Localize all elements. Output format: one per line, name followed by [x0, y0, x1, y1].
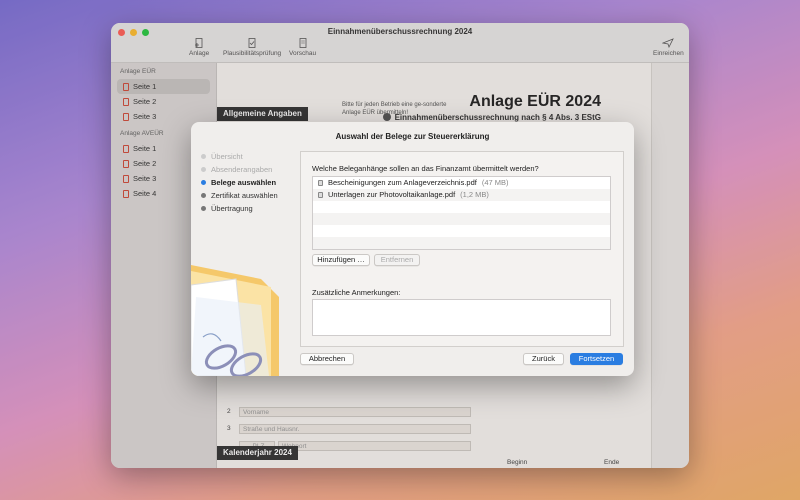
file-size: (47 MB) [481, 178, 509, 187]
step-dot-icon [201, 193, 206, 198]
back-button[interactable]: Zurück [523, 353, 564, 365]
step-label: Übertragung [211, 204, 253, 213]
attachment-icon [318, 192, 323, 198]
empty-row [313, 201, 610, 213]
step-dot-icon [201, 180, 206, 185]
step-dot-icon [201, 167, 206, 172]
step-zertifikat: Zertifikat auswählen [201, 189, 278, 202]
step-dot-icon [201, 154, 206, 159]
step-label: Zertifikat auswählen [211, 191, 278, 200]
cancel-button[interactable]: Abbrechen [300, 353, 354, 365]
belege-panel: Welche Beleganhänge sollen an das Finanz… [300, 151, 624, 347]
step-uebertragung: Übertragung [201, 202, 278, 215]
attachment-list[interactable]: Bescheinigungen zum Anlageverzeichnis.pd… [312, 176, 611, 250]
empty-row [313, 237, 610, 249]
step-dot-icon [201, 206, 206, 211]
continue-button[interactable]: Fortsetzen [570, 353, 623, 365]
attachment-icon [318, 180, 323, 186]
file-name: Bescheinigungen zum Anlageverzeichnis.pd… [328, 178, 477, 187]
wizard-steps: Übersicht Absenderangaben Belege auswähl… [201, 150, 278, 215]
dialog-title: Auswahl der Belege zur Steuererklärung [335, 132, 490, 141]
step-label: Absenderangaben [211, 165, 273, 174]
list-item[interactable]: Bescheinigungen zum Anlageverzeichnis.pd… [313, 177, 610, 189]
notes-textarea[interactable] [312, 299, 611, 336]
step-label: Übersicht [211, 152, 243, 161]
file-size: (1,2 MB) [460, 190, 489, 199]
belege-dialog: Auswahl der Belege zur Steuererklärung Ü… [191, 122, 634, 376]
step-uebersicht: Übersicht [201, 150, 278, 163]
step-absenderangaben: Absenderangaben [201, 163, 278, 176]
empty-row [313, 225, 610, 237]
notes-label: Zusätzliche Anmerkungen: [312, 288, 401, 297]
list-item[interactable]: Unterlagen zur Photovoltaikanlage.pdf (1,… [313, 189, 610, 201]
remove-button[interactable]: Entfernen [374, 254, 420, 266]
step-belege-auswaehlen: Belege auswählen [201, 176, 278, 189]
empty-row [313, 213, 610, 225]
file-name: Unterlagen zur Photovoltaikanlage.pdf [328, 190, 456, 199]
folder-with-paperclips-icon [191, 265, 279, 376]
step-label: Belege auswählen [211, 178, 277, 187]
add-button[interactable]: Hinzufügen … [312, 254, 370, 266]
belege-question: Welche Beleganhänge sollen an das Finanz… [312, 164, 539, 173]
